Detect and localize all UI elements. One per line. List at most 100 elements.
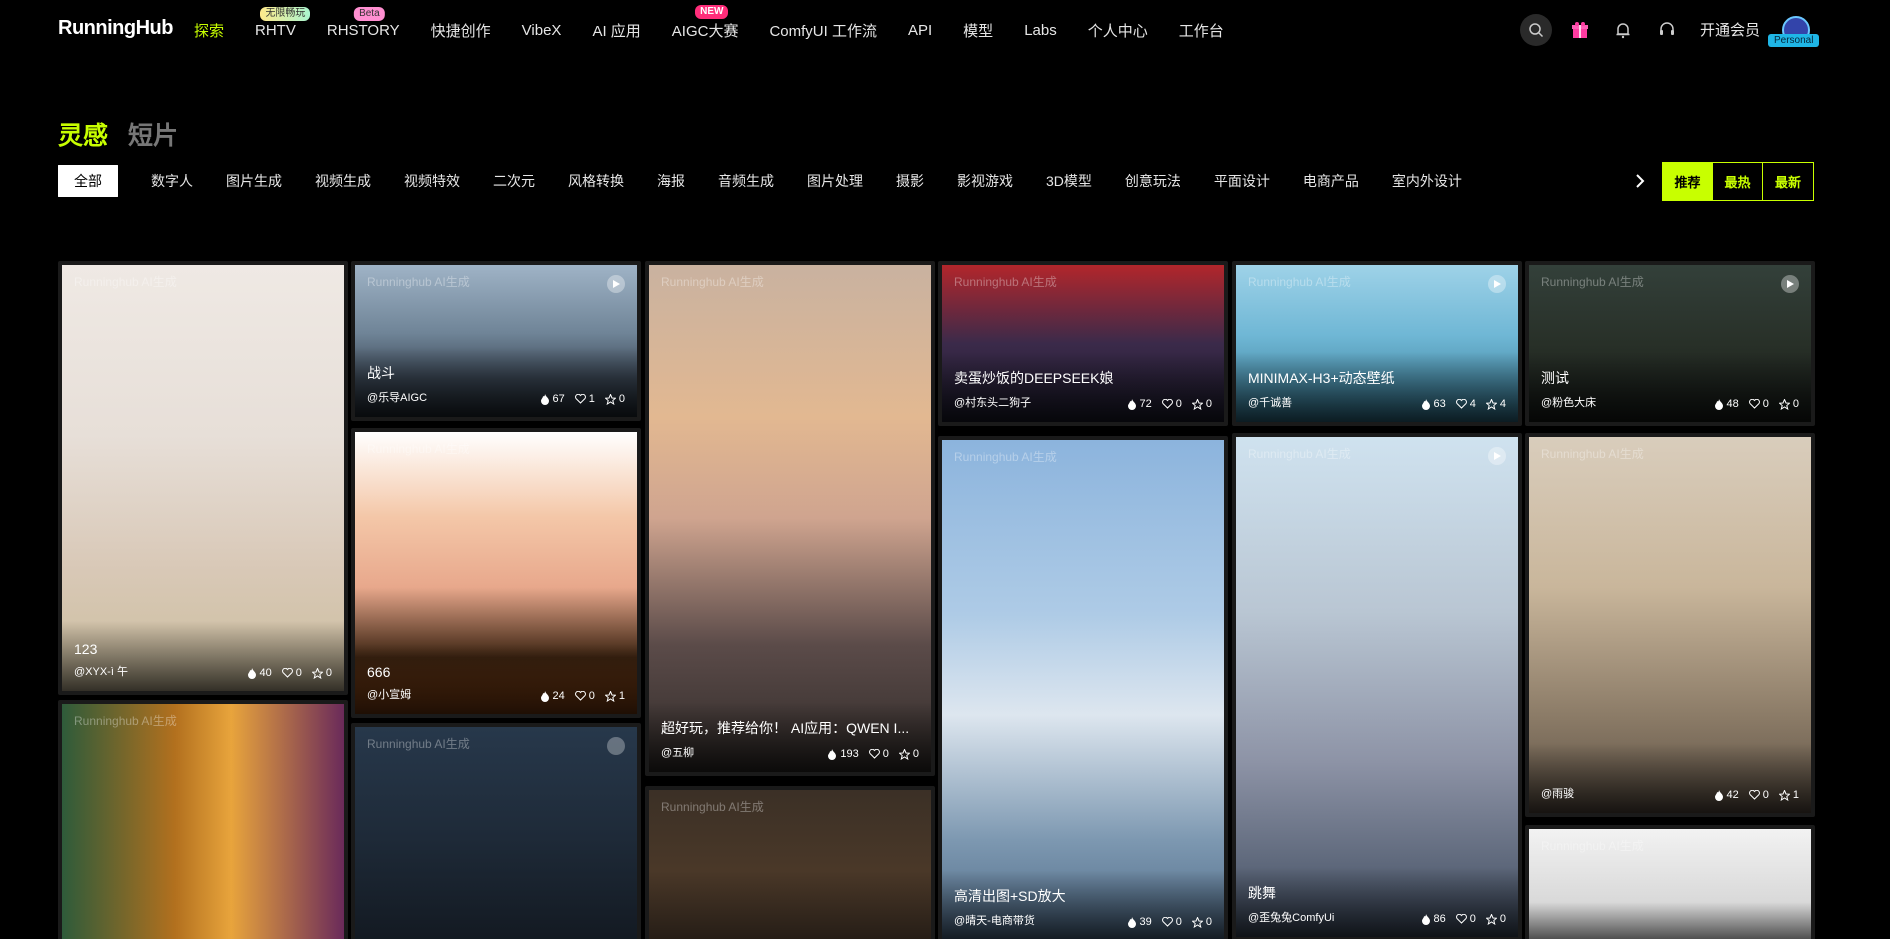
star-count: 4	[1499, 398, 1506, 410]
chevron-right-icon[interactable]	[1630, 171, 1650, 191]
nav-item-label: AIGC大赛	[671, 22, 739, 40]
category-poster[interactable]: 海报	[657, 171, 685, 191]
sort-newest[interactable]: 最新	[1763, 163, 1813, 200]
card-image	[649, 265, 931, 772]
nav-item-rhstory[interactable]: Beta RHSTORY	[327, 6, 400, 39]
nav-item-comfyui-workflow[interactable]: ComfyUI 工作流	[769, 20, 877, 41]
category-video-gen[interactable]: 视频生成	[315, 171, 371, 191]
like-stat[interactable]: 0	[281, 667, 302, 679]
star-stat[interactable]: 0	[1485, 913, 1506, 925]
card-author[interactable]: @乐导AIGC	[367, 389, 427, 405]
category-interior-design[interactable]: 室内外设计	[1392, 171, 1462, 191]
notification-button[interactable]	[1607, 14, 1639, 46]
nav-item-api[interactable]: API	[908, 22, 932, 39]
like-stat[interactable]: 0	[868, 748, 889, 760]
category-anime[interactable]: 二次元	[493, 171, 535, 191]
nav-item-workbench[interactable]: 工作台	[1179, 20, 1224, 41]
category-film-games[interactable]: 影视游戏	[957, 171, 1013, 191]
card-author[interactable]: @粉色大床	[1541, 394, 1596, 410]
star-stat[interactable]: 0	[1191, 916, 1212, 928]
like-stat[interactable]: 4	[1455, 398, 1476, 410]
category-photography[interactable]: 摄影	[896, 171, 924, 191]
card-soda-girl[interactable]: Runninghub AI生成 高清出图+SD放大 @晴天-电商带货 39 0 0	[938, 436, 1228, 939]
card-author[interactable]: @XYX-ì 午	[74, 663, 128, 679]
card-battle[interactable]: Runninghub AI生成 战斗 @乐导AIGC 67 1 0	[351, 261, 641, 421]
category-digital-human[interactable]: 数字人	[151, 171, 193, 191]
nav-item-vibex[interactable]: VibeX	[522, 22, 562, 39]
nav-item-personal-center[interactable]: 个人中心	[1088, 20, 1148, 41]
card-minimax[interactable]: Runninghub AI生成 MINIMAX-H3+动态壁纸 @千诚善 63 4 …	[1232, 261, 1522, 426]
like-stat[interactable]: 0	[574, 690, 595, 702]
like-stat[interactable]: 0	[1161, 398, 1182, 410]
like-stat[interactable]: 0	[1161, 916, 1182, 928]
card-author[interactable]: @雨骏	[1541, 785, 1574, 801]
sort-toggle: 推荐 最热 最新	[1662, 162, 1814, 201]
category-creative[interactable]: 创意玩法	[1125, 171, 1181, 191]
card-author[interactable]: @歪兔兔ComfyUi	[1248, 909, 1334, 925]
star-stat[interactable]: 0	[1191, 398, 1212, 410]
card-hat-woman[interactable]: Runninghub AI生成 @雨骏 42 0 1	[1525, 433, 1815, 817]
like-stat[interactable]: 0	[1748, 398, 1769, 410]
star-count: 0	[325, 667, 332, 679]
category-3d-model[interactable]: 3D模型	[1046, 171, 1092, 191]
nav-item-labs[interactable]: Labs	[1024, 22, 1057, 39]
category-graphic-design[interactable]: 平面设计	[1214, 171, 1270, 191]
card-sweater[interactable]: Runninghub AI生成 123 @XYX-ì 午 40 0 0	[58, 261, 348, 695]
like-stat[interactable]: 1	[574, 393, 595, 405]
card-poster-set[interactable]: Runninghub AI生成	[58, 700, 348, 939]
tab-inspiration[interactable]: 灵感	[58, 116, 108, 152]
nav-item-models[interactable]: 模型	[963, 20, 993, 41]
star-stat[interactable]: 0	[1778, 398, 1799, 410]
star-stat[interactable]: 1	[604, 690, 625, 702]
star-stat[interactable]: 0	[898, 748, 919, 760]
card-dance[interactable]: Runninghub AI生成 跳舞 @歪兔兔ComfyUi 86 0 0	[1232, 433, 1522, 939]
card-pixel-man[interactable]: Runninghub AI生成 666 @小宣姆 24 0 1	[351, 428, 641, 718]
support-button[interactable]	[1651, 14, 1683, 46]
nav-item-label: VibeX	[521, 21, 562, 39]
category-audio-gen[interactable]: 音频生成	[718, 171, 774, 191]
card-author[interactable]: @小宣姆	[367, 686, 411, 702]
category-video-effects[interactable]: 视频特效	[404, 171, 460, 191]
nav-item-explore[interactable]: 探索	[194, 20, 224, 41]
tab-short-film[interactable]: 短片	[128, 116, 178, 152]
sort-recommended[interactable]: 推荐	[1663, 163, 1713, 200]
category-all[interactable]: 全部	[58, 165, 118, 197]
star-stat[interactable]: 1	[1778, 789, 1799, 801]
gift-button[interactable]	[1564, 14, 1596, 46]
usage-count: 40	[259, 667, 272, 679]
category-ecommerce[interactable]: 电商产品	[1303, 171, 1359, 191]
like-stat[interactable]: 0	[1748, 789, 1769, 801]
nav-item-quick-create[interactable]: 快捷创作	[431, 20, 491, 41]
logo[interactable]: RunningHub	[58, 17, 173, 40]
card-vogue[interactable]: Runninghub AI生成	[1525, 825, 1815, 939]
card-title: 超好玩，推荐给你！ AI应用：QWEN I...	[661, 720, 910, 736]
watermark: Runninghub AI生成	[367, 442, 470, 456]
search-button[interactable]	[1520, 14, 1552, 46]
usage-stat: 72	[1127, 398, 1152, 410]
gift-icon	[1572, 22, 1588, 38]
star-stat[interactable]: 0	[604, 393, 625, 405]
category-image-gen[interactable]: 图片生成	[226, 171, 282, 191]
nav-item-rhtv[interactable]: 无限畅玩 RHTV	[255, 6, 311, 39]
card-author[interactable]: @五柳	[661, 744, 694, 760]
category-style-transfer[interactable]: 风格转换	[568, 171, 624, 191]
category-image-processing[interactable]: 图片处理	[807, 171, 863, 191]
nav-item-aigc-contest[interactable]: NEW AIGC大赛	[671, 4, 739, 41]
card-author[interactable]: @村东头二狗子	[954, 394, 1031, 410]
star-stat[interactable]: 4	[1485, 398, 1506, 410]
card-test[interactable]: Runninghub AI生成 测试 @粉色大床 48 0 0	[1525, 261, 1815, 426]
card-author[interactable]: @晴天-电商带货	[954, 912, 1035, 928]
vip-button[interactable]: 开通会员	[1700, 19, 1760, 40]
card-stats: 48 0 0	[1714, 398, 1799, 410]
like-stat[interactable]: 0	[1455, 913, 1476, 925]
like-count: 0	[1175, 916, 1182, 928]
card-girl-portrait[interactable]: Runninghub AI生成	[645, 786, 935, 939]
nav-item-ai-apps[interactable]: AI 应用	[592, 20, 640, 41]
card-swordsman[interactable]: Runninghub AI生成	[351, 723, 641, 939]
card-girl-sunset[interactable]: Runninghub AI生成 超好玩，推荐给你！ AI应用：QWEN I... @…	[645, 261, 935, 776]
card-deepseek[interactable]: Runninghub AI生成 卖蛋炒饭的DEEPSEEK娘 @村东头二狗子 72 …	[938, 261, 1228, 426]
usage-stat: 193	[827, 748, 859, 760]
sort-hottest[interactable]: 最热	[1713, 163, 1763, 200]
star-stat[interactable]: 0	[311, 667, 332, 679]
card-author[interactable]: @千诚善	[1248, 394, 1292, 410]
